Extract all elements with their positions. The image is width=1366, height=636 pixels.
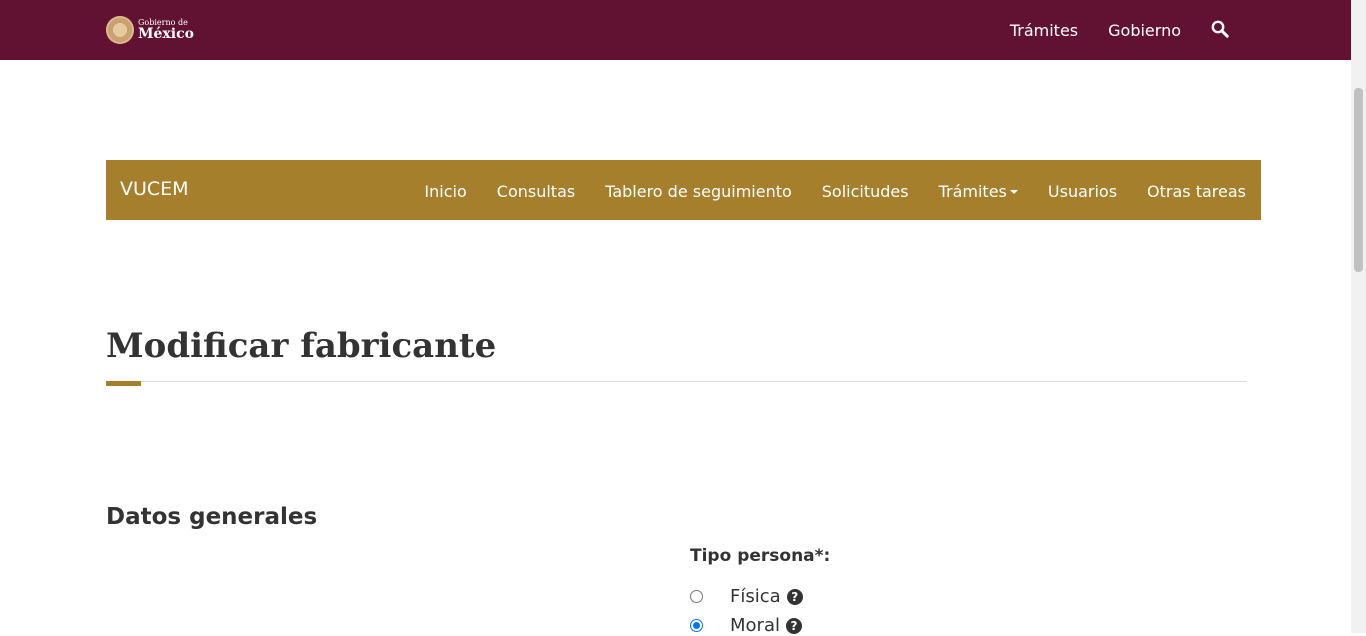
scrollbar-thumb[interactable] [1354, 88, 1363, 272]
tipo-persona-label: Tipo persona*: [690, 546, 831, 566]
coat-of-arms-icon [106, 16, 134, 44]
menu-item-tramites-label: Trámites [938, 182, 1007, 201]
menu-item-usuarios[interactable]: Usuarios [1048, 182, 1117, 201]
question-circle-icon[interactable]: ? [785, 617, 802, 634]
radio-moral[interactable] [690, 619, 703, 632]
title-accent-bar [106, 381, 141, 386]
top-nav: Trámites Gobierno [1010, 20, 1231, 40]
menu-item-consultas[interactable]: Consultas [497, 182, 575, 201]
title-divider [106, 381, 1247, 382]
vucem-navbar: VUCEM Inicio Consultas Tablero de seguim… [106, 160, 1261, 220]
radio-fisica[interactable] [690, 590, 703, 603]
page-title: Modificar fabricante [106, 326, 497, 366]
caret-down-icon [1009, 189, 1018, 194]
top-nav-gobierno[interactable]: Gobierno [1108, 21, 1181, 40]
question-circle-icon[interactable]: ? [786, 588, 803, 605]
logo-text: Gobierno de México [138, 19, 194, 42]
top-nav-tramites[interactable]: Trámites [1010, 21, 1078, 40]
page-scrollbar[interactable] [1351, 0, 1366, 633]
logo-line2: México [138, 26, 194, 42]
menu-item-inicio[interactable]: Inicio [424, 182, 466, 201]
menu-item-tramites-dropdown[interactable]: Trámites [939, 182, 1018, 201]
menu-item-tablero[interactable]: Tablero de seguimiento [605, 182, 792, 201]
menu-item-otras-tareas[interactable]: Otras tareas [1147, 182, 1246, 201]
gobierno-logo[interactable]: Gobierno de México [106, 14, 194, 46]
menu-item-solicitudes[interactable]: Solicitudes [822, 182, 909, 201]
search-icon-svg [1211, 20, 1229, 38]
search-icon[interactable] [1211, 20, 1231, 40]
vucem-brand[interactable]: VUCEM [120, 178, 189, 200]
radio-option-fisica[interactable]: Física ? [690, 586, 803, 607]
top-header: Gobierno de México Trámites Gobierno [0, 0, 1351, 60]
section-title-datos-generales: Datos generales [106, 504, 318, 530]
radio-fisica-label[interactable]: Física [730, 586, 781, 607]
vucem-menu: Inicio Consultas Tablero de seguimiento … [424, 182, 1246, 201]
